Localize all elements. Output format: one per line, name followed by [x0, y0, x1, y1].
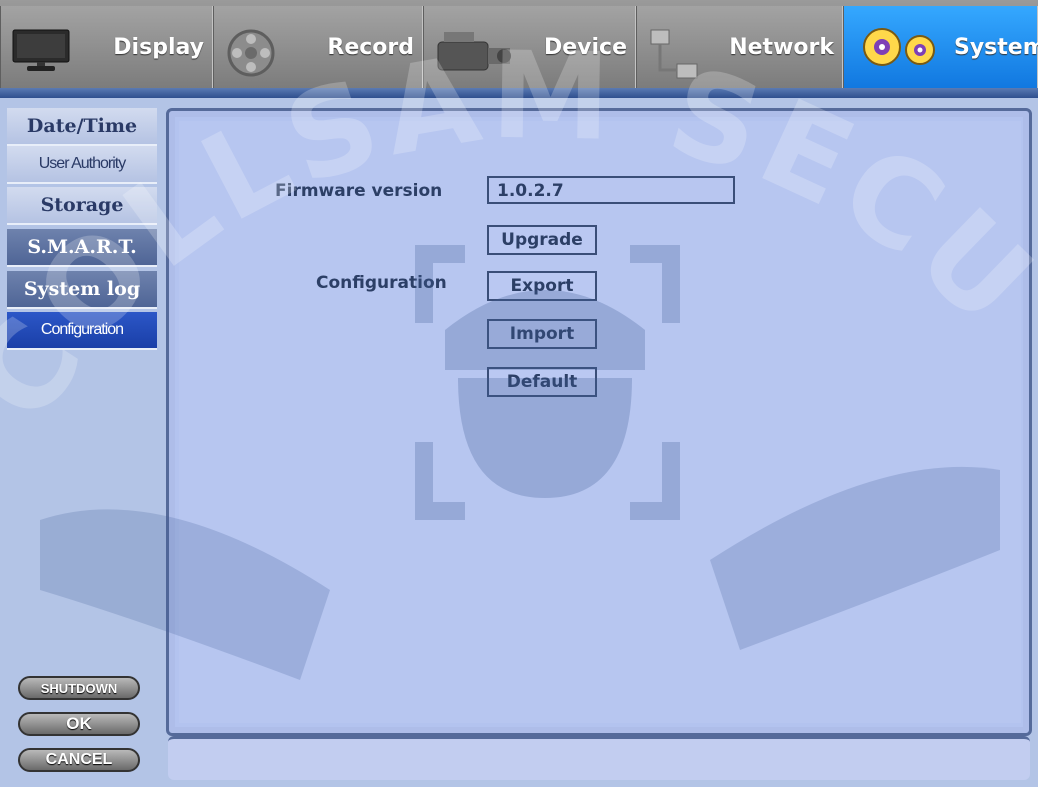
menu-item-user-authority[interactable]: User Authority: [7, 146, 157, 184]
ok-button[interactable]: OK: [18, 712, 140, 736]
tab-display[interactable]: Display: [0, 6, 213, 88]
camcorder-icon: [434, 28, 514, 86]
tab-label: System: [954, 34, 1038, 60]
tab-label: Display: [113, 34, 204, 60]
upgrade-button[interactable]: Upgrade: [487, 225, 597, 255]
tab-label: Record: [327, 34, 414, 60]
menu-item-system-log[interactable]: System log: [7, 271, 157, 309]
default-button[interactable]: Default: [487, 367, 597, 397]
gears-icon: [854, 20, 946, 80]
import-button[interactable]: Import: [487, 319, 597, 349]
network-icon: [647, 28, 701, 90]
tab-bar-underline: [0, 88, 1038, 98]
cancel-button[interactable]: CANCEL: [18, 748, 140, 772]
menu-item-configuration[interactable]: Configuration: [7, 312, 157, 350]
top-tab-bar: Display Record Device Network System: [0, 0, 1038, 98]
tab-device[interactable]: Device: [423, 6, 636, 88]
film-reel-icon: [224, 28, 278, 84]
tab-network[interactable]: Network: [636, 6, 843, 88]
tab-label: Network: [729, 34, 834, 60]
shutdown-button[interactable]: SHUTDOWN: [18, 676, 140, 700]
configuration-label: Configuration: [316, 273, 447, 293]
status-bar: [168, 736, 1030, 780]
panel-body: [179, 121, 1021, 723]
menu-item-storage[interactable]: Storage: [7, 187, 157, 225]
tab-record[interactable]: Record: [213, 6, 423, 88]
menu-item-date-time[interactable]: Date/Time: [7, 108, 157, 146]
firmware-version-label: Firmware version: [275, 181, 443, 201]
export-button[interactable]: Export: [487, 271, 597, 301]
tab-system[interactable]: System: [843, 6, 1038, 88]
tab-label: Device: [543, 34, 627, 60]
monitor-icon: [11, 28, 71, 78]
menu-item-smart[interactable]: S.M.A.R.T.: [7, 229, 157, 267]
firmware-version-value: 1.0.2.7: [487, 176, 735, 204]
